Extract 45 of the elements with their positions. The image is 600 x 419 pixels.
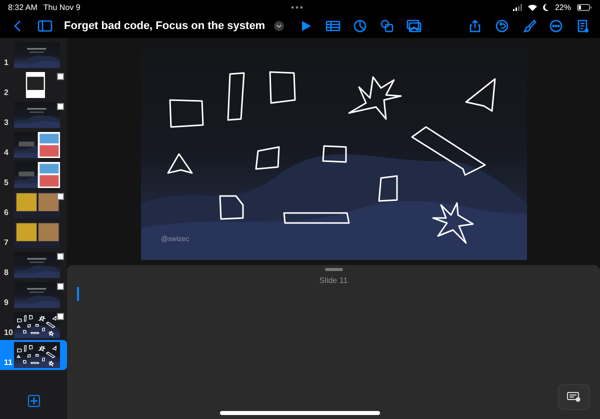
- slide-row[interactable]: 4: [0, 130, 67, 160]
- slide-thumbnail: [14, 282, 60, 308]
- slide-row[interactable]: 2: [0, 70, 67, 100]
- slide-thumbnail: [14, 162, 60, 188]
- slide-number: 4: [4, 148, 8, 157]
- slide-row[interactable]: 5: [0, 160, 67, 190]
- slide-number: 3: [4, 118, 8, 127]
- slide-row[interactable]: 6: [0, 190, 67, 220]
- status-date: Thu Nov 9: [43, 2, 80, 12]
- slide-row[interactable]: 11: [0, 340, 67, 370]
- slide-row[interactable]: 9: [0, 280, 67, 310]
- slide-number: 1: [4, 58, 8, 67]
- slide-thumbnail: [14, 132, 60, 158]
- slide-number: 5: [4, 178, 8, 187]
- slide-thumbnail: [14, 102, 60, 128]
- moon-icon: [542, 4, 549, 10]
- slide-number: 9: [4, 298, 8, 307]
- slide-number: 7: [4, 238, 8, 247]
- drag-handle[interactable]: [324, 268, 342, 271]
- slide-number: 6: [4, 208, 8, 217]
- status-time: 8:32 AM: [8, 2, 38, 12]
- slide-row[interactable]: 1: [0, 40, 67, 70]
- slide-thumbnail: [14, 192, 60, 218]
- slide-row[interactable]: 10: [0, 310, 67, 340]
- slide-number: 2: [4, 88, 8, 97]
- slide-row[interactable]: 7: [0, 220, 67, 250]
- keyboard-dismiss-icon: [567, 392, 581, 402]
- slide-thumbnail: [14, 222, 60, 248]
- notes-header: Slide 11: [319, 276, 348, 285]
- battery-icon: [577, 4, 592, 10]
- slide-number: 11: [4, 358, 12, 367]
- slide-number: 8: [4, 268, 8, 277]
- signal-icon: [512, 4, 522, 10]
- slide-thumbnail: [14, 42, 60, 68]
- add-slide-button[interactable]: [28, 395, 40, 407]
- slide-row[interactable]: 8: [0, 250, 67, 280]
- battery-percentage: 22%: [554, 2, 571, 12]
- slide-thumbnail: [14, 252, 60, 278]
- slide-number: 10: [4, 328, 13, 337]
- multitasking-dots-icon: [290, 6, 303, 8]
- slide-row[interactable]: 3: [0, 100, 67, 130]
- wifi-icon: [528, 4, 537, 10]
- document-title[interactable]: Forget bad code, Focus on the system: [64, 20, 266, 32]
- keyboard-dismiss-button[interactable]: [558, 384, 590, 410]
- text-cursor: [77, 287, 79, 301]
